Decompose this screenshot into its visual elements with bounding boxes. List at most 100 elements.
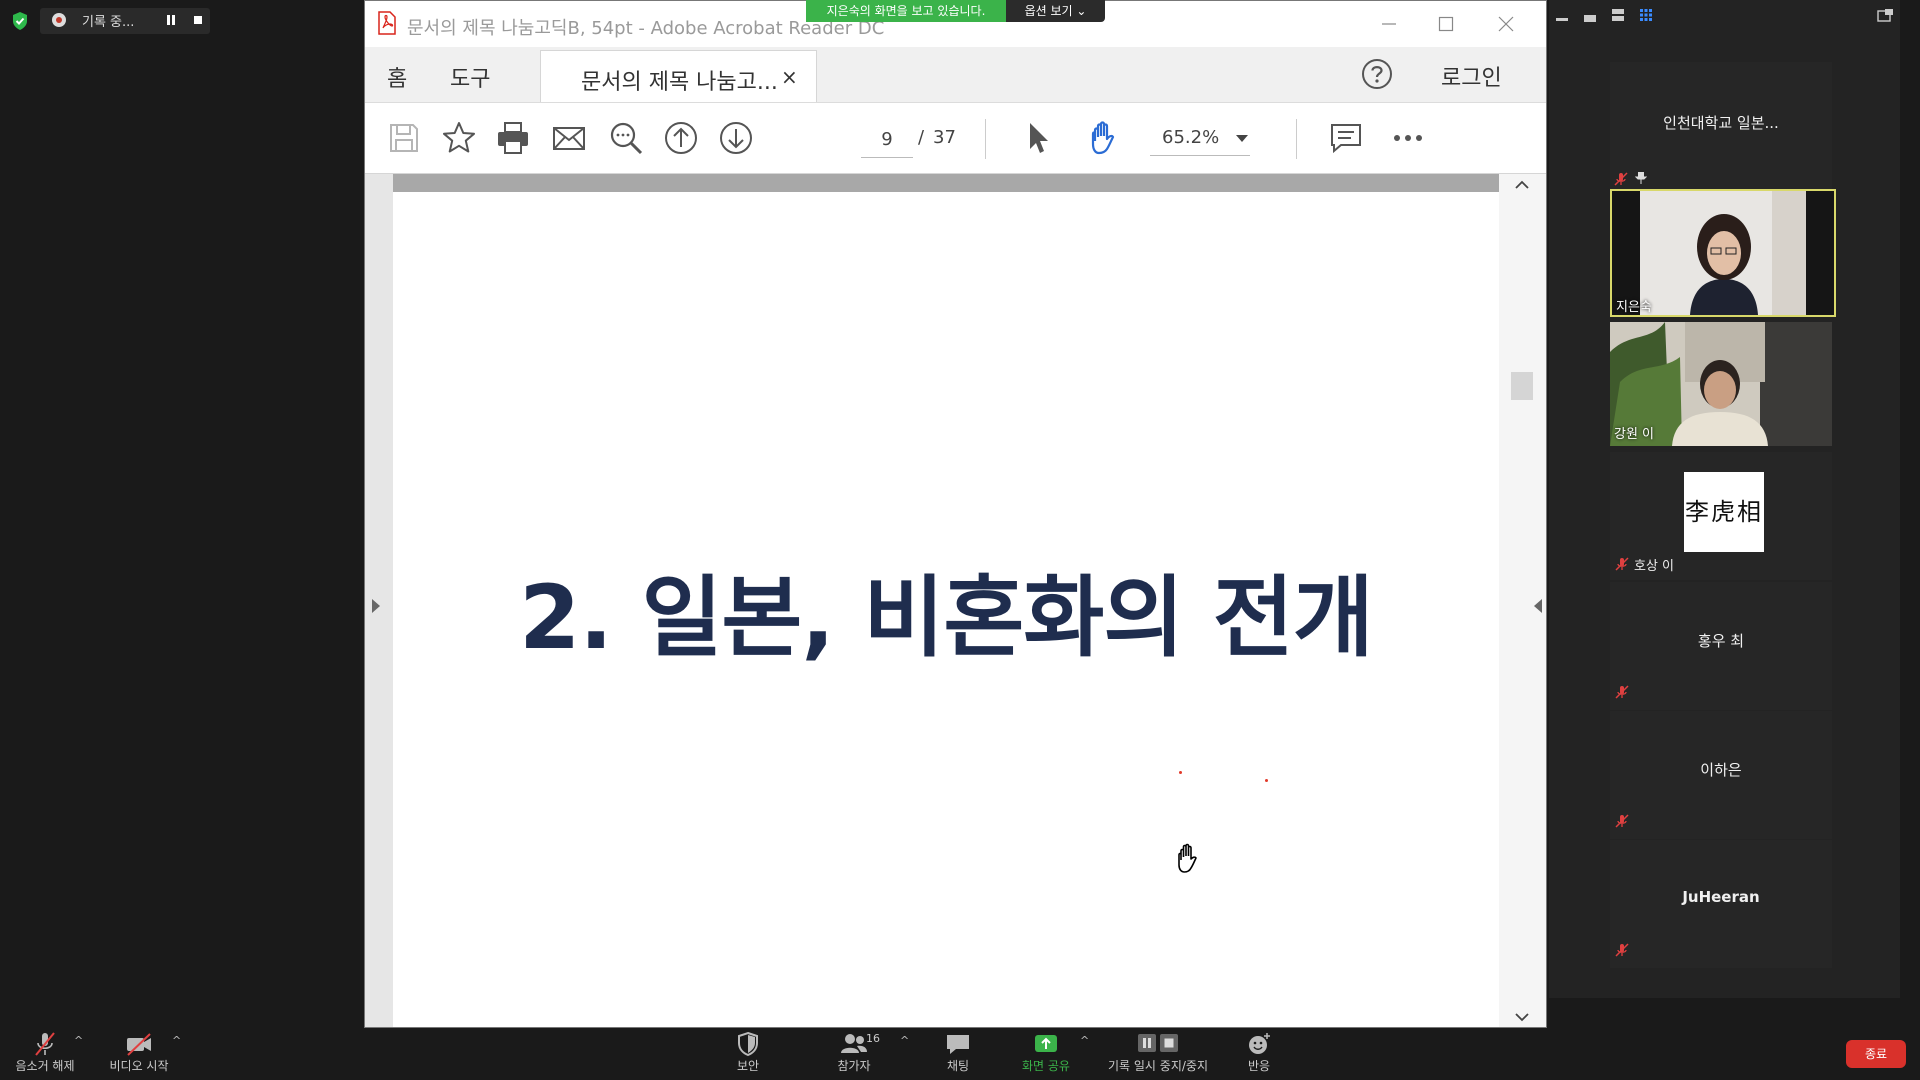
reactions-label: 반응 — [1247, 1059, 1271, 1073]
pause-recording-icon[interactable] — [166, 15, 176, 25]
start-video-label: 비디오 시작 — [109, 1059, 169, 1073]
reactions-button[interactable]: 반응 — [1228, 1028, 1290, 1080]
bookmark-star-icon[interactable] — [440, 119, 478, 157]
hand-tool-icon[interactable] — [1085, 119, 1123, 157]
start-video-button[interactable]: 비디오 시작 — [100, 1028, 178, 1080]
unmute-label: 음소거 해제 — [15, 1059, 75, 1073]
recording-dot-icon — [52, 13, 66, 27]
zoom-search-icon[interactable] — [607, 119, 645, 157]
page-separator: / — [918, 127, 925, 148]
end-meeting-button[interactable]: 종료 — [1846, 1040, 1906, 1068]
help-icon[interactable] — [1361, 58, 1393, 90]
participant-gallery: 인천대학교 일본... 지은숙 강원 이 李虎相 호상 이 홍우 최 이하은 J… — [1549, 0, 1900, 998]
laser-pointer-dot — [1265, 779, 1268, 782]
chat-label: 채팅 — [946, 1059, 970, 1073]
speaker-view-icon[interactable] — [1583, 12, 1597, 24]
participant-name: 호상 이 — [1634, 559, 1675, 574]
page-number-input[interactable] — [861, 121, 913, 158]
share-screen-button[interactable]: 화면 공유 — [1010, 1028, 1082, 1080]
mic-muted-icon — [35, 1032, 55, 1056]
participant-tile[interactable]: 강원 이 — [1610, 322, 1832, 446]
document-tab[interactable]: 문서의 제목 나눔고... × — [540, 50, 817, 102]
security-shield-icon — [10, 11, 30, 31]
scroll-up-icon[interactable] — [1513, 178, 1531, 192]
close-tab-button[interactable]: × — [781, 65, 798, 89]
share-options-caret[interactable]: ^ — [1080, 1034, 1089, 1047]
participant-name: 이하은 — [1700, 761, 1742, 779]
print-icon[interactable] — [494, 119, 532, 157]
view-options-button[interactable]: 옵션 보기 ⌄ — [1006, 0, 1105, 22]
document-viewport[interactable]: 2. 일본, 비혼화의 전개 — [365, 174, 1546, 1027]
popout-panel-icon[interactable] — [1877, 8, 1895, 22]
more-options-icon[interactable] — [1389, 119, 1427, 157]
zoom-dropdown[interactable]: 65.2% — [1150, 121, 1250, 156]
strip-view-icon[interactable] — [1611, 8, 1625, 22]
share-screen-label: 화면 공유 — [1022, 1059, 1070, 1073]
participant-name: 인천대학교 일본... — [1663, 114, 1779, 132]
mic-muted-icon — [1614, 556, 1630, 572]
zoom-value: 65.2% — [1162, 127, 1220, 148]
participants-options-caret[interactable]: ^ — [900, 1034, 909, 1047]
pause-stop-recording-button[interactable]: 기록 일시 중지/중지 — [1098, 1028, 1218, 1080]
vertical-scrollbar[interactable] — [1499, 174, 1546, 1027]
participant-tile[interactable]: 홍우 최 — [1610, 582, 1832, 710]
toolbar-divider — [1296, 119, 1297, 159]
mic-muted-icon — [1613, 171, 1629, 187]
slide-title: 2. 일본, 비혼화의 전개 — [519, 566, 1374, 669]
mic-muted-icon — [1614, 813, 1630, 829]
unmute-button[interactable]: 음소거 해제 — [8, 1028, 82, 1080]
minimize-button[interactable] — [1366, 9, 1412, 39]
share-screen-icon — [1035, 1035, 1057, 1052]
chat-button[interactable]: 채팅 — [928, 1028, 988, 1080]
select-cursor-icon[interactable] — [1018, 119, 1056, 157]
security-label: 보안 — [736, 1059, 760, 1073]
chat-icon — [947, 1035, 969, 1054]
pause-stop-icon — [1138, 1034, 1178, 1052]
video-off-icon — [127, 1033, 151, 1056]
page-total: 37 — [933, 127, 956, 148]
participant-tile[interactable]: JuHeeran — [1610, 840, 1832, 968]
stop-recording-icon[interactable] — [194, 16, 202, 24]
participant-name: 홍우 최 — [1697, 632, 1745, 650]
expand-left-pane-icon[interactable] — [369, 594, 383, 618]
mic-muted-icon — [1614, 942, 1630, 958]
participant-tile[interactable]: 이하은 — [1610, 711, 1832, 839]
chevron-down-icon — [1236, 135, 1248, 142]
login-button[interactable]: 로그인 — [1441, 60, 1502, 92]
close-window-button[interactable] — [1483, 9, 1529, 39]
hand-cursor-icon — [1173, 842, 1203, 874]
reaction-icon — [1249, 1033, 1270, 1054]
toolbar: / 37 65.2% — [365, 103, 1546, 174]
menu-home[interactable]: 홈 — [387, 61, 407, 93]
email-icon[interactable] — [550, 119, 588, 157]
previous-page-icon[interactable] — [662, 119, 700, 157]
participant-name: 강원 이 — [1614, 427, 1655, 442]
active-speaker-tile[interactable]: 지은숙 — [1610, 189, 1836, 317]
comment-icon[interactable] — [1327, 119, 1365, 157]
gallery-view-icon[interactable] — [1639, 8, 1653, 22]
gallery-view-controls — [1549, 8, 1900, 28]
audio-options-caret[interactable]: ^ — [74, 1034, 83, 1047]
participant-name: JuHeeran — [1682, 888, 1760, 906]
video-options-caret[interactable]: ^ — [172, 1034, 181, 1047]
participants-count: 16 — [866, 1032, 880, 1045]
security-button[interactable]: 보안 — [718, 1028, 778, 1080]
participants-icon — [841, 1034, 867, 1053]
save-icon[interactable] — [385, 119, 423, 157]
menu-tools[interactable]: 도구 — [450, 61, 490, 93]
shield-icon — [738, 1031, 758, 1057]
scroll-down-icon[interactable] — [1513, 1010, 1531, 1024]
minimize-panel-icon[interactable] — [1555, 14, 1569, 24]
scrollbar-thumb[interactable] — [1511, 372, 1533, 400]
participant-tile[interactable]: 李虎相 호상 이 — [1610, 452, 1832, 580]
pdf-page: 2. 일본, 비혼화의 전개 — [393, 192, 1499, 1027]
next-page-icon[interactable] — [717, 119, 755, 157]
pdf-icon — [377, 11, 397, 35]
participant-name: 지은숙 — [1616, 300, 1652, 315]
recording-label: 기록 중... — [82, 15, 135, 30]
laser-pointer-dot — [1179, 771, 1182, 774]
meeting-controls-bar: 음소거 해제 ^ 비디오 시작 ^ 보안 참가자 16 ^ 채팅 화면 공유 ^… — [0, 1028, 1920, 1080]
expand-right-pane-icon[interactable] — [1531, 594, 1545, 618]
page-top-edge — [393, 174, 1499, 192]
maximize-button[interactable] — [1423, 9, 1469, 39]
